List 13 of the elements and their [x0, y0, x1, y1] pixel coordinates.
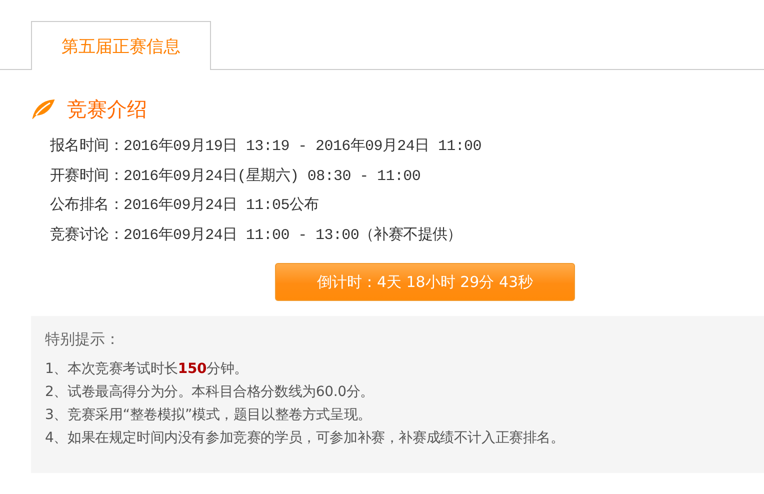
notice-item: 3、竞赛采用“整卷模拟”模式，题目以整卷方式呈现。	[45, 406, 372, 426]
leaf-icon	[31, 99, 55, 119]
countdown-button[interactable]: 倒计时：4天 18小时 29分 43秒	[275, 263, 575, 302]
tab[interactable]: 第五届正赛信息	[31, 21, 211, 70]
schedule-line: 公布排名：2016年09月24日 11:05公布	[50, 196, 320, 216]
schedule-line: 竞赛讨论：2016年09月24日 11:00 - 13:00（补赛不提供）	[50, 225, 463, 246]
schedule-line: 开赛时间：2016年09月24日(星期六) 08:30 - 11:00	[50, 166, 422, 187]
notice-title: 特别提示：	[45, 330, 121, 350]
notice-item: 4、如果在规定时间内没有参加竞赛的学员，可参加补赛，补赛成绩不计入正赛排名。	[45, 429, 566, 448]
notice-item: 1、本次竞赛考试时长150分钟。	[45, 360, 249, 380]
schedule-line: 报名时间：2016年09月19日 13:19 - 2016年09月24日 11:00	[50, 136, 482, 157]
notice-item: 2、试卷最高得分为分。本科目合格分数线为60.0分。	[45, 383, 375, 402]
section-title: 竞赛介绍	[67, 96, 147, 122]
